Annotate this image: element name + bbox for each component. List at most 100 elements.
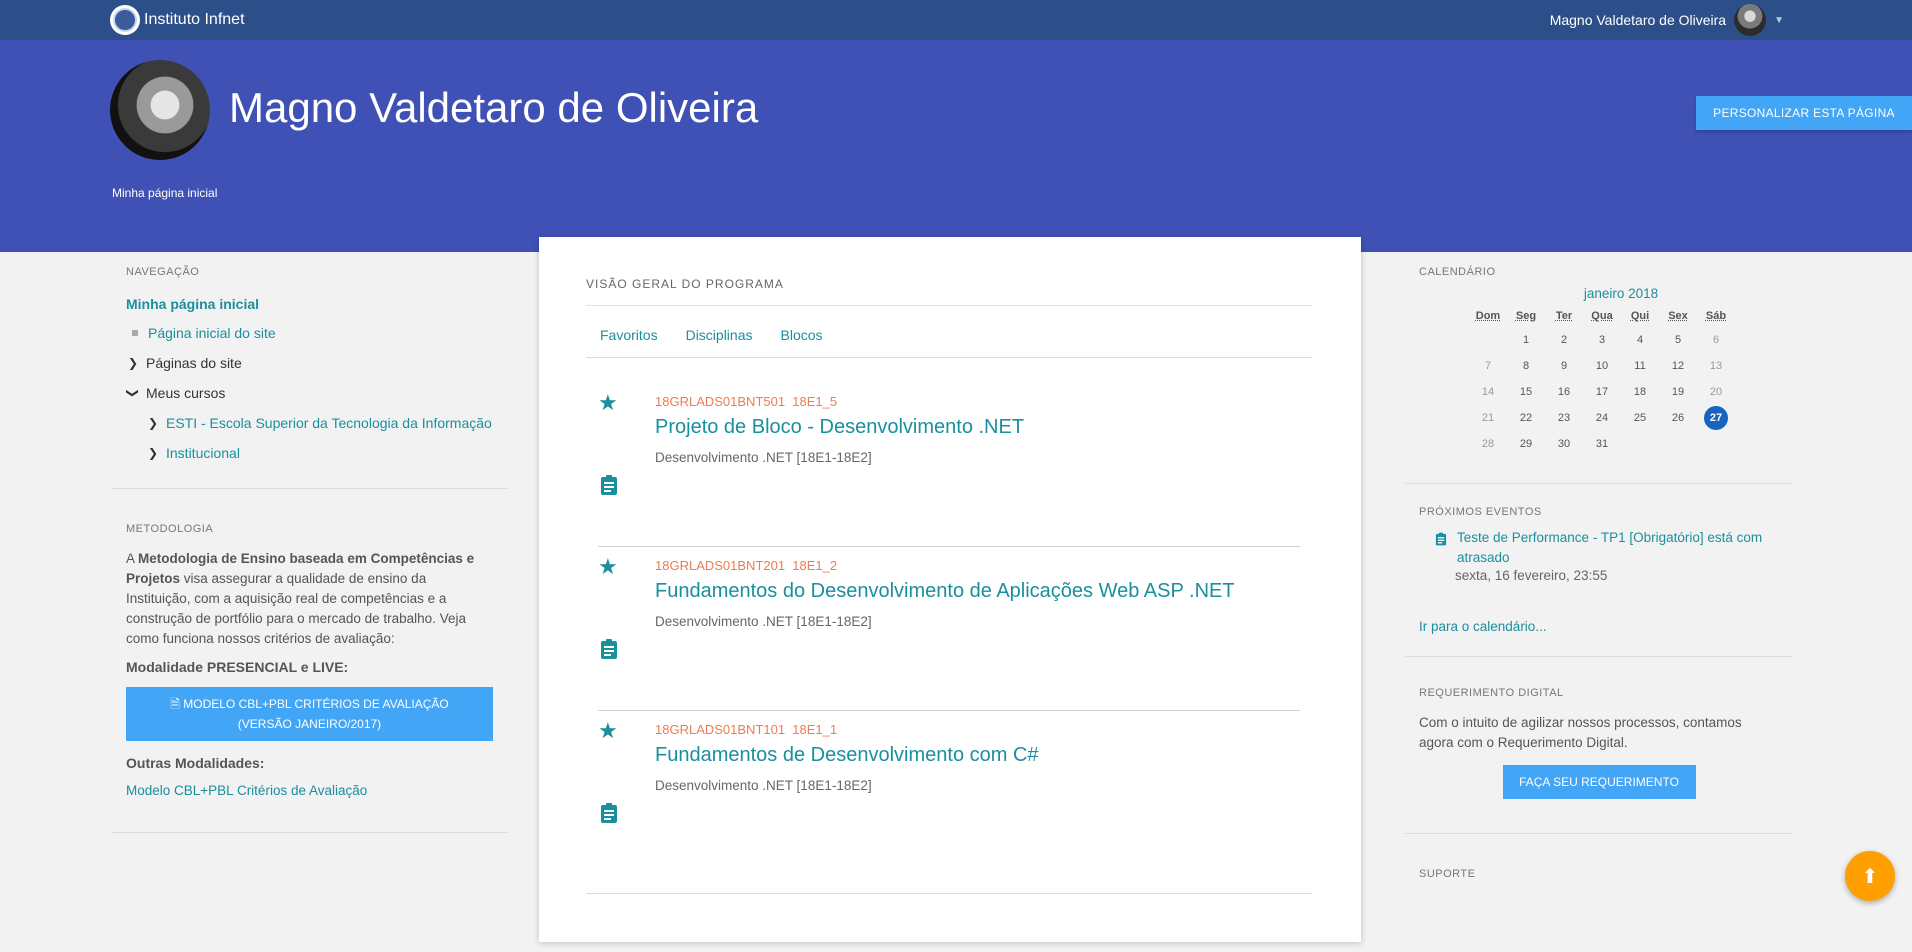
criteria-link[interactable]: Modelo CBL+PBL Critérios de Avaliação [126, 783, 494, 798]
tab-favoritos[interactable]: Favoritos [586, 323, 672, 357]
calendar-empty-cell [1621, 431, 1659, 457]
event-name-link[interactable]: Teste de Performance - TP1 [Obrigatório]… [1457, 528, 1779, 568]
calendar-day[interactable]: 13 [1697, 353, 1735, 379]
go-to-calendar-link[interactable]: Ir para o calendário... [1419, 619, 1779, 634]
course-name-link[interactable]: Fundamentos de Desenvolvimento com C# [655, 744, 1039, 767]
nav-site-home-label: Página inicial do site [148, 325, 276, 341]
assignment-icon [1435, 532, 1447, 546]
event-item[interactable]: Teste de Performance - TP1 [Obrigatório]… [1433, 528, 1779, 568]
chevron-right-icon: ❯ [127, 356, 139, 370]
calendar-day[interactable]: 27 [1697, 405, 1735, 431]
calendar-day[interactable]: 5 [1659, 327, 1697, 353]
chevron-right-icon: ❯ [147, 416, 159, 430]
star-icon[interactable]: ★ [598, 718, 618, 744]
criteria-pdf-button[interactable]: 🗎 MODELO CBL+PBL CRITÉRIOS DE AVALIAÇÃO … [126, 687, 493, 741]
calendar-day[interactable]: 22 [1507, 405, 1545, 431]
calendar-day[interactable]: 31 [1583, 431, 1621, 457]
tab-disciplinas[interactable]: Disciplinas [672, 323, 767, 357]
calendar-day[interactable]: 7 [1469, 353, 1507, 379]
calendar-day[interactable]: 18 [1621, 379, 1659, 405]
calendar-day[interactable]: 4 [1621, 327, 1659, 353]
calendar-day[interactable]: 1 [1507, 327, 1545, 353]
calendar-day[interactable]: 29 [1507, 431, 1545, 457]
weekday-header: Qui [1630, 310, 1650, 322]
arrow-up-icon: ⬆ [1861, 865, 1879, 888]
weekday-header: Sáb [1705, 310, 1727, 322]
calendar-day[interactable]: 23 [1545, 405, 1583, 431]
calendar-day[interactable]: 28 [1469, 431, 1507, 457]
calendar-empty-cell [1469, 327, 1507, 353]
digital-requirement-text: Com o intuito de agilizar nossos process… [1419, 715, 1742, 750]
star-icon[interactable]: ★ [598, 554, 618, 580]
chevron-down-icon: ❯ [126, 387, 140, 399]
calendar-day[interactable]: 8 [1507, 353, 1545, 379]
weekday-header: Dom [1475, 310, 1501, 322]
nav-category-esti[interactable]: ❯ ESTI - Escola Superior da Tecnologia d… [126, 408, 494, 438]
assignment-icon[interactable] [600, 474, 618, 496]
calendar-day[interactable]: 24 [1583, 405, 1621, 431]
calendar-day[interactable]: 19 [1659, 379, 1697, 405]
nav-site-pages-label: Páginas do site [146, 355, 242, 371]
calendar-day[interactable]: 6 [1697, 327, 1735, 353]
customize-page-button[interactable]: PERSONALIZAR ESTA PÁGINA [1696, 96, 1912, 130]
navigation-block: NAVEGAÇÃO Minha página inicial Página in… [112, 252, 508, 489]
navigation-title: NAVEGAÇÃO [126, 266, 200, 278]
calendar-day[interactable]: 15 [1507, 379, 1545, 405]
digital-requirement-block: REQUERIMENTO DIGITAL Com o intuito de ag… [1405, 657, 1793, 834]
calendar-day[interactable]: 9 [1545, 353, 1583, 379]
course-code: 18GRLADS01BNT501 18E1_5 [655, 394, 838, 409]
course-category: Desenvolvimento .NET [18E1-18E2] [655, 614, 872, 629]
calendar-day[interactable]: 12 [1659, 353, 1697, 379]
methodology-block: METODOLOGIA A Metodologia de Ensino base… [112, 489, 508, 833]
calendar-day[interactable]: 2 [1545, 327, 1583, 353]
assignment-icon[interactable] [600, 802, 618, 824]
calendar-day[interactable]: 26 [1659, 405, 1697, 431]
event-date: sexta, 16 fevereiro, 23:55 [1455, 568, 1608, 583]
course-name-link[interactable]: Fundamentos do Desenvolvimento de Aplica… [655, 580, 1235, 603]
tab-blocos[interactable]: Blocos [767, 323, 837, 357]
course-name-link[interactable]: Projeto de Bloco - Desenvolvimento .NET [655, 416, 1024, 439]
star-icon[interactable]: ★ [598, 390, 618, 416]
calendar-today[interactable]: 27 [1704, 406, 1728, 430]
calendar-day[interactable]: 25 [1621, 405, 1659, 431]
upcoming-events-block: PRÓXIMOS EVENTOS Teste de Performance - … [1405, 484, 1793, 657]
user-avatar [1734, 4, 1767, 36]
nav-my-courses[interactable]: ❯ Meus cursos [126, 378, 494, 408]
calendar-day[interactable]: 16 [1545, 379, 1583, 405]
user-name: Magno Valdetaro de Oliveira [1549, 12, 1727, 28]
methodology-intro: A [126, 551, 135, 566]
nav-my-courses-label: Meus cursos [146, 385, 226, 401]
weekday-header: Qua [1591, 310, 1613, 322]
upcoming-events-title: PRÓXIMOS EVENTOS [1419, 506, 1542, 518]
nav-category-institucional[interactable]: ❯ Institucional [126, 438, 494, 468]
calendar-day[interactable]: 11 [1621, 353, 1659, 379]
course-item: ★ 18GRLADS01BNT501 18E1_5 Projeto de Blo… [598, 382, 1300, 547]
course-item: ★ 18GRLADS01BNT101 18E1_1 Fundamentos de… [598, 710, 1300, 874]
make-request-button[interactable]: FAÇA SEU REQUERIMENTO [1502, 765, 1696, 799]
brand-link[interactable]: Instituto Infnet [110, 4, 245, 36]
calendar-day[interactable]: 3 [1583, 327, 1621, 353]
course-item: ★ 18GRLADS01BNT201 18E1_2 Fundamentos do… [598, 546, 1300, 711]
calendar-title: CALENDÁRIO [1419, 266, 1496, 278]
program-overview-card: VISÃO GERAL DO PROGRAMA Favoritos Discip… [539, 237, 1361, 942]
other-modalities-label: Outras Modalidades: [126, 755, 265, 771]
digital-requirement-title: REQUERIMENTO DIGITAL [1419, 687, 1564, 699]
calendar-grid: Dom Seg Ter Qua Qui Sex Sáb 1 2 3 4 5 6 7 8 9 10 11 12 13 1… [1469, 305, 1735, 457]
calendar-day[interactable]: 14 [1469, 379, 1507, 405]
top-navbar: Instituto Infnet Magno Valdetaro de Oliv… [0, 0, 1912, 40]
calendar-day[interactable]: 10 [1583, 353, 1621, 379]
user-menu[interactable]: Magno Valdetaro de Oliveira ▼ [1550, 4, 1784, 36]
scroll-to-top-button[interactable]: ⬆ [1845, 851, 1895, 901]
bullet-icon [132, 330, 138, 336]
nav-site-pages[interactable]: ❯ Páginas do site [126, 348, 494, 378]
calendar-day[interactable]: 20 [1697, 379, 1735, 405]
calendar-day[interactable]: 30 [1545, 431, 1583, 457]
course-category: Desenvolvimento .NET [18E1-18E2] [655, 778, 872, 793]
calendar-day[interactable]: 17 [1583, 379, 1621, 405]
calendar-day[interactable]: 21 [1469, 405, 1507, 431]
assignment-icon[interactable] [600, 638, 618, 660]
nav-my-home[interactable]: Minha página inicial [126, 296, 494, 312]
weekday-header: Ter [1555, 310, 1573, 322]
nav-site-home[interactable]: Página inicial do site [126, 318, 494, 348]
caret-down-icon: ▼ [1774, 14, 1784, 26]
